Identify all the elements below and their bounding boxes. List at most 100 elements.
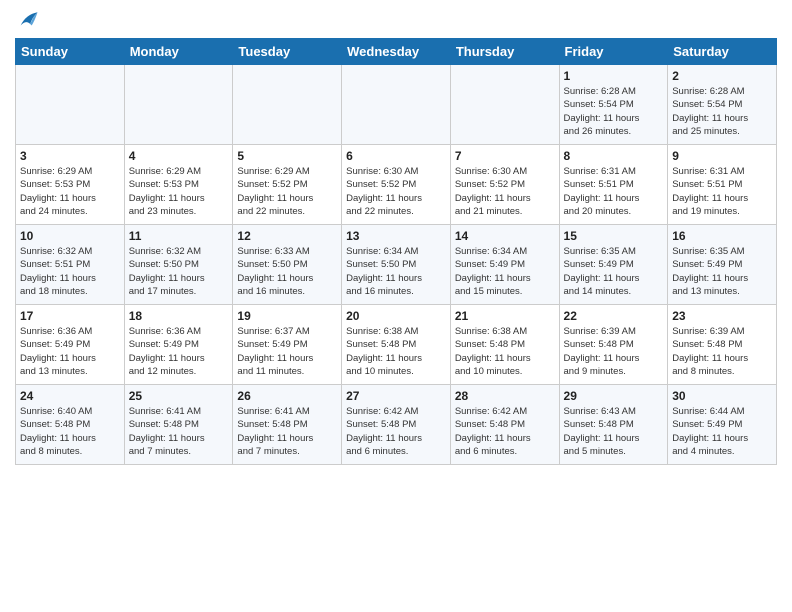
day-number: 19 (237, 309, 337, 323)
calendar-day-cell: 10Sunrise: 6:32 AM Sunset: 5:51 PM Dayli… (16, 225, 125, 305)
header (15, 10, 777, 30)
day-info: Sunrise: 6:39 AM Sunset: 5:48 PM Dayligh… (672, 325, 772, 378)
day-info: Sunrise: 6:43 AM Sunset: 5:48 PM Dayligh… (564, 405, 664, 458)
day-number: 25 (129, 389, 229, 403)
day-number: 18 (129, 309, 229, 323)
day-number: 16 (672, 229, 772, 243)
calendar-day-cell (124, 65, 233, 145)
calendar: SundayMondayTuesdayWednesdayThursdayFrid… (15, 38, 777, 465)
calendar-day-cell: 26 Sunrise: 6:41 AM Sunset: 5:48 PM Dayli… (233, 385, 342, 465)
day-number: 27 (346, 389, 446, 403)
day-number: 15 (564, 229, 664, 243)
logo-bird-icon (17, 10, 39, 30)
calendar-day-cell: 21 Sunrise: 6:38 AM Sunset: 5:48 PM Dayli… (450, 305, 559, 385)
page: SundayMondayTuesdayWednesdayThursdayFrid… (0, 0, 792, 612)
day-number: 11 (129, 229, 229, 243)
day-number: 10 (20, 229, 120, 243)
calendar-day-cell: 19 Sunrise: 6:37 AM Sunset: 5:49 PM Dayli… (233, 305, 342, 385)
day-info: Sunrise: 6:33 AM Sunset: 5:50 PM Dayligh… (237, 245, 337, 298)
day-number: 2 (672, 69, 772, 83)
day-number: 3 (20, 149, 120, 163)
day-info: Sunrise: 6:29 AM Sunset: 5:53 PM Dayligh… (129, 165, 229, 218)
calendar-day-cell: 30 Sunrise: 6:44 AM Sunset: 5:49 PM Dayli… (668, 385, 777, 465)
calendar-week-row: 10Sunrise: 6:32 AM Sunset: 5:51 PM Dayli… (16, 225, 777, 305)
calendar-day-cell: 20 Sunrise: 6:38 AM Sunset: 5:48 PM Dayli… (342, 305, 451, 385)
day-info: Sunrise: 6:34 AM Sunset: 5:50 PM Dayligh… (346, 245, 446, 298)
day-info: Sunrise: 6:32 AM Sunset: 5:50 PM Dayligh… (129, 245, 229, 298)
calendar-day-cell: 28 Sunrise: 6:42 AM Sunset: 5:48 PM Dayli… (450, 385, 559, 465)
day-number: 7 (455, 149, 555, 163)
day-info: Sunrise: 6:36 AM Sunset: 5:49 PM Dayligh… (20, 325, 120, 378)
day-number: 8 (564, 149, 664, 163)
weekday-header-cell: Sunday (16, 39, 125, 65)
calendar-body: 1Sunrise: 6:28 AM Sunset: 5:54 PM Daylig… (16, 65, 777, 465)
calendar-week-row: 1Sunrise: 6:28 AM Sunset: 5:54 PM Daylig… (16, 65, 777, 145)
day-number: 5 (237, 149, 337, 163)
calendar-day-cell (233, 65, 342, 145)
day-info: Sunrise: 6:41 AM Sunset: 5:48 PM Dayligh… (129, 405, 229, 458)
calendar-day-cell: 5 Sunrise: 6:29 AM Sunset: 5:52 PM Daylig… (233, 145, 342, 225)
day-number: 9 (672, 149, 772, 163)
day-info: Sunrise: 6:35 AM Sunset: 5:49 PM Dayligh… (564, 245, 664, 298)
calendar-day-cell: 12 Sunrise: 6:33 AM Sunset: 5:50 PM Dayli… (233, 225, 342, 305)
day-number: 26 (237, 389, 337, 403)
calendar-day-cell: 25 Sunrise: 6:41 AM Sunset: 5:48 PM Dayli… (124, 385, 233, 465)
weekday-header-cell: Wednesday (342, 39, 451, 65)
day-number: 20 (346, 309, 446, 323)
calendar-day-cell: 2 Sunrise: 6:28 AM Sunset: 5:54 PM Daylig… (668, 65, 777, 145)
calendar-day-cell: 3 Sunrise: 6:29 AM Sunset: 5:53 PM Daylig… (16, 145, 125, 225)
calendar-day-cell: 14 Sunrise: 6:34 AM Sunset: 5:49 PM Dayli… (450, 225, 559, 305)
calendar-day-cell: 9 Sunrise: 6:31 AM Sunset: 5:51 PM Daylig… (668, 145, 777, 225)
calendar-day-cell: 4 Sunrise: 6:29 AM Sunset: 5:53 PM Daylig… (124, 145, 233, 225)
day-number: 17 (20, 309, 120, 323)
day-number: 14 (455, 229, 555, 243)
calendar-day-cell: 13 Sunrise: 6:34 AM Sunset: 5:50 PM Dayli… (342, 225, 451, 305)
weekday-header-row: SundayMondayTuesdayWednesdayThursdayFrid… (16, 39, 777, 65)
calendar-day-cell: 24Sunrise: 6:40 AM Sunset: 5:48 PM Dayli… (16, 385, 125, 465)
day-info: Sunrise: 6:29 AM Sunset: 5:52 PM Dayligh… (237, 165, 337, 218)
day-info: Sunrise: 6:37 AM Sunset: 5:49 PM Dayligh… (237, 325, 337, 378)
day-info: Sunrise: 6:39 AM Sunset: 5:48 PM Dayligh… (564, 325, 664, 378)
day-info: Sunrise: 6:41 AM Sunset: 5:48 PM Dayligh… (237, 405, 337, 458)
day-info: Sunrise: 6:30 AM Sunset: 5:52 PM Dayligh… (455, 165, 555, 218)
day-info: Sunrise: 6:38 AM Sunset: 5:48 PM Dayligh… (455, 325, 555, 378)
calendar-day-cell: 7 Sunrise: 6:30 AM Sunset: 5:52 PM Daylig… (450, 145, 559, 225)
day-number: 6 (346, 149, 446, 163)
calendar-day-cell (450, 65, 559, 145)
day-info: Sunrise: 6:42 AM Sunset: 5:48 PM Dayligh… (455, 405, 555, 458)
calendar-day-cell: 15 Sunrise: 6:35 AM Sunset: 5:49 PM Dayli… (559, 225, 668, 305)
day-number: 22 (564, 309, 664, 323)
calendar-day-cell: 18 Sunrise: 6:36 AM Sunset: 5:49 PM Dayli… (124, 305, 233, 385)
day-number: 13 (346, 229, 446, 243)
day-number: 21 (455, 309, 555, 323)
day-info: Sunrise: 6:38 AM Sunset: 5:48 PM Dayligh… (346, 325, 446, 378)
calendar-day-cell: 22 Sunrise: 6:39 AM Sunset: 5:48 PM Dayli… (559, 305, 668, 385)
day-number: 23 (672, 309, 772, 323)
weekday-header-cell: Tuesday (233, 39, 342, 65)
calendar-day-cell: 1Sunrise: 6:28 AM Sunset: 5:54 PM Daylig… (559, 65, 668, 145)
day-info: Sunrise: 6:31 AM Sunset: 5:51 PM Dayligh… (564, 165, 664, 218)
day-info: Sunrise: 6:34 AM Sunset: 5:49 PM Dayligh… (455, 245, 555, 298)
day-info: Sunrise: 6:31 AM Sunset: 5:51 PM Dayligh… (672, 165, 772, 218)
day-info: Sunrise: 6:35 AM Sunset: 5:49 PM Dayligh… (672, 245, 772, 298)
calendar-day-cell: 16 Sunrise: 6:35 AM Sunset: 5:49 PM Dayli… (668, 225, 777, 305)
calendar-day-cell: 11 Sunrise: 6:32 AM Sunset: 5:50 PM Dayli… (124, 225, 233, 305)
day-info: Sunrise: 6:42 AM Sunset: 5:48 PM Dayligh… (346, 405, 446, 458)
weekday-header-cell: Monday (124, 39, 233, 65)
day-info: Sunrise: 6:44 AM Sunset: 5:49 PM Dayligh… (672, 405, 772, 458)
weekday-header-cell: Saturday (668, 39, 777, 65)
day-number: 30 (672, 389, 772, 403)
calendar-day-cell: 23 Sunrise: 6:39 AM Sunset: 5:48 PM Dayli… (668, 305, 777, 385)
logo-text (15, 10, 39, 30)
day-number: 28 (455, 389, 555, 403)
calendar-day-cell: 6 Sunrise: 6:30 AM Sunset: 5:52 PM Daylig… (342, 145, 451, 225)
calendar-week-row: 17 Sunrise: 6:36 AM Sunset: 5:49 PM Dayli… (16, 305, 777, 385)
day-info: Sunrise: 6:28 AM Sunset: 5:54 PM Dayligh… (672, 85, 772, 138)
day-info: Sunrise: 6:36 AM Sunset: 5:49 PM Dayligh… (129, 325, 229, 378)
day-info: Sunrise: 6:29 AM Sunset: 5:53 PM Dayligh… (20, 165, 120, 218)
day-info: Sunrise: 6:30 AM Sunset: 5:52 PM Dayligh… (346, 165, 446, 218)
logo (15, 10, 39, 30)
day-number: 12 (237, 229, 337, 243)
day-info: Sunrise: 6:40 AM Sunset: 5:48 PM Dayligh… (20, 405, 120, 458)
day-number: 4 (129, 149, 229, 163)
